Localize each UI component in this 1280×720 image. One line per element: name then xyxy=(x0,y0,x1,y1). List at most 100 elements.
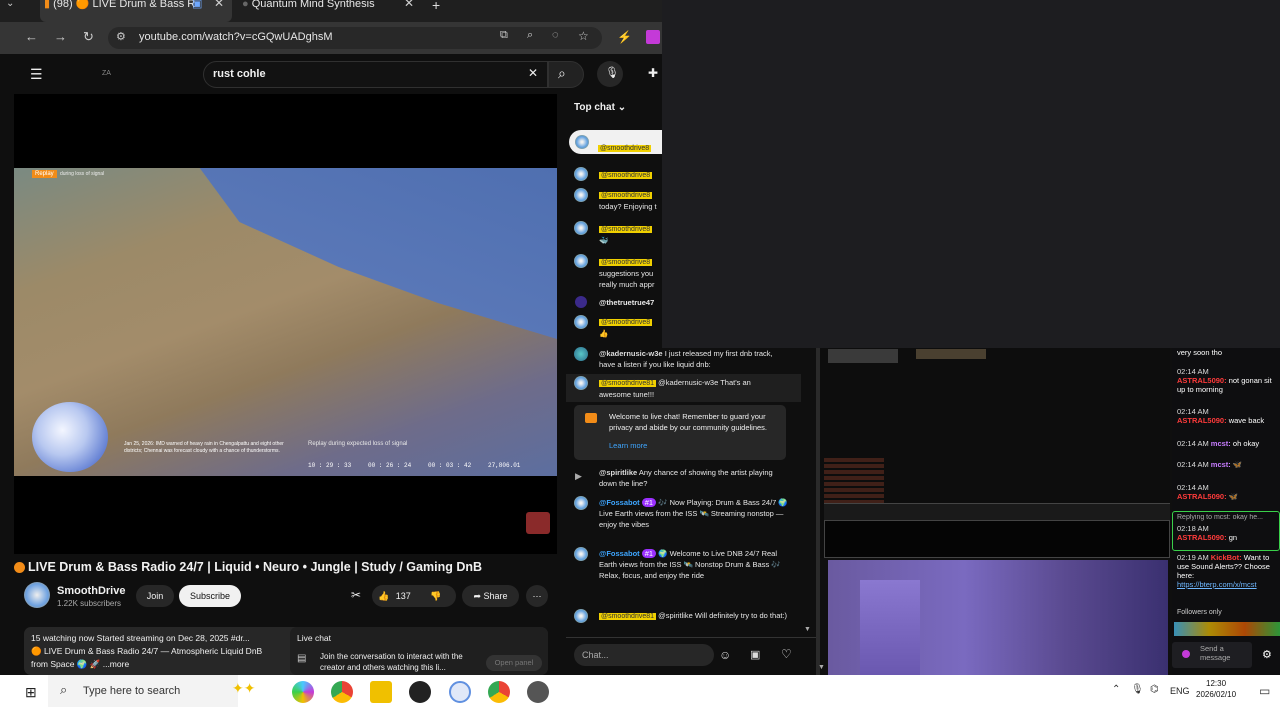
chat-message: @smoothdrive81 @spiritlike Will definite… xyxy=(599,610,789,622)
windows-start-icon[interactable]: ⊞ xyxy=(25,684,37,701)
emoji-icon[interactable]: ☺ xyxy=(719,648,731,662)
kick-timestamp: 02:14 AM xyxy=(1177,367,1209,376)
share-button[interactable]: ➦ Share xyxy=(462,585,519,607)
reload-icon[interactable]: ↻ xyxy=(83,29,94,45)
app-icon[interactable] xyxy=(527,681,549,703)
back-icon[interactable]: ← xyxy=(25,29,38,44)
sparkle-icon[interactable]: ✦✦ xyxy=(232,680,255,697)
copilot-icon[interactable] xyxy=(292,681,314,703)
tab-list-chevron-icon[interactable]: ⌄ xyxy=(6,0,36,10)
site-info-icon[interactable]: ⚙ xyxy=(116,30,126,43)
tab-close-icon[interactable]: ✕ xyxy=(404,0,414,9)
learn-more-link[interactable]: Learn more xyxy=(609,440,647,451)
avatar xyxy=(574,376,588,390)
emote-bar[interactable] xyxy=(1174,622,1280,636)
extension-icon[interactable] xyxy=(646,30,660,44)
tab-favicon-icon: ● xyxy=(242,0,249,10)
url-text[interactable]: youtube.com/watch?v=cGQwUADghsM xyxy=(139,31,333,43)
like-button[interactable]: 👍 137 👎 xyxy=(372,585,456,607)
scroll-down-icon[interactable]: ▼ xyxy=(818,664,825,671)
network-icon[interactable]: ⌬ xyxy=(1150,684,1159,695)
cast-icon[interactable]: ⧉ xyxy=(500,29,508,42)
avatar xyxy=(574,167,588,181)
live-dot-icon xyxy=(14,562,25,573)
tab-close-icon[interactable]: ✕ xyxy=(214,0,224,9)
chat-username: @smoothdrive81 xyxy=(599,613,657,620)
share-icon: ➦ xyxy=(473,591,484,601)
taskbar-search-placeholder[interactable]: Type here to search xyxy=(83,685,180,697)
open-panel-button[interactable]: Open panel xyxy=(486,655,542,671)
chat-username: @smoothdrive81 xyxy=(599,380,657,387)
heart-icon[interactable]: ♡ xyxy=(781,647,792,661)
mic-icon[interactable]: 🎙 xyxy=(1131,684,1144,695)
extension-icon[interactable]: ⚡ xyxy=(617,30,632,44)
obs-icon[interactable] xyxy=(409,681,431,703)
kick-send-placeholder[interactable]: Send a message xyxy=(1200,644,1240,662)
kick-timestamp: 02:18 AM xyxy=(1177,524,1209,533)
clock[interactable]: 12:30 2026/02/10 xyxy=(1196,678,1236,700)
description-more[interactable]: from Space 🌍 🚀 ...more xyxy=(31,659,281,670)
tab-quantum-mind[interactable]: ● Quantum Mind Synthesis ✕ xyxy=(236,0,422,22)
avatar xyxy=(574,315,588,329)
menu-icon[interactable]: ☰ xyxy=(30,66,43,83)
super-chat-icon[interactable]: ▣ xyxy=(750,648,760,661)
thumbs-down-icon[interactable]: 👎 xyxy=(430,585,441,607)
kick-link[interactable]: https://bterp.com/x/mcst xyxy=(1177,580,1257,589)
kick-message: 02:14 AM mcst: oh okay xyxy=(1177,439,1277,448)
scroll-down-icon[interactable]: ▼ xyxy=(804,626,811,633)
settings-icon[interactable]: ⚙ xyxy=(1262,648,1272,661)
file-explorer-icon[interactable] xyxy=(370,681,392,703)
game-actionbar xyxy=(824,503,1170,521)
zoom-icon[interactable]: ⌕ xyxy=(527,29,533,42)
clip-icon[interactable]: ✂ xyxy=(351,588,361,602)
tab-youtube[interactable]: ▮ (98) 🟠 LIVE Drum & Bass R ▣ ✕ xyxy=(40,0,232,22)
more-actions-icon[interactable]: ⋯ xyxy=(526,585,548,607)
subscribe-button[interactable]: Subscribe xyxy=(179,585,241,607)
avatar xyxy=(574,254,588,268)
chat-input[interactable]: Chat... xyxy=(574,644,714,666)
kick-text: 🦋 xyxy=(1232,460,1243,469)
new-tab-button[interactable]: + xyxy=(432,0,440,13)
language-indicator[interactable]: ENG xyxy=(1170,686,1190,696)
chat-message: @smoothdrive8 🐳 xyxy=(599,223,661,246)
eye-off-icon[interactable]: ◌ xyxy=(552,29,559,41)
tab-title: (98) 🟠 LIVE Drum & Bass R xyxy=(53,0,196,10)
chat-username: @smoothdrive8 xyxy=(599,259,653,266)
chrome-icon[interactable] xyxy=(488,681,510,703)
member-badge: #1 xyxy=(641,498,657,507)
channel-name[interactable]: SmoothDrive xyxy=(57,585,125,597)
search-button[interactable] xyxy=(548,61,584,88)
chat-message: @smoothdrive81 @kadernusic-w3e That's an… xyxy=(599,377,777,400)
kick-text: gn xyxy=(1228,533,1238,542)
chrome-icon[interactable] xyxy=(331,681,353,703)
snipping-icon[interactable] xyxy=(449,681,471,703)
clear-search-icon[interactable]: ✕ xyxy=(528,66,538,80)
description-line: 🟠 LIVE Drum & Bass Radio 24/7 — Atmosphe… xyxy=(31,646,263,656)
bookmark-star-icon[interactable]: ☆ xyxy=(578,29,589,43)
join-button[interactable]: Join xyxy=(136,585,174,607)
chat-text: suggestions you really much appr xyxy=(599,269,655,289)
kick-username: KickBot: xyxy=(1210,553,1242,562)
osd-timers: 10 : 29 : 33 00 : 26 : 24 00 : 03 : 42 2… xyxy=(308,462,530,474)
search-value[interactable]: rust cohle xyxy=(213,68,266,80)
notification-icon[interactable]: ▭ xyxy=(1259,684,1270,698)
youtube-logo[interactable]: ZA xyxy=(102,70,111,77)
emoji-icon: 🐳 xyxy=(599,236,609,245)
channel-watermark[interactable] xyxy=(526,512,550,534)
chat-mode-dropdown[interactable]: Top chat ⌄ xyxy=(574,102,626,113)
create-icon[interactable]: ✚ xyxy=(648,66,658,80)
forward-icon[interactable]: → xyxy=(54,29,67,44)
chat-message: @smoothdrive8 👍 xyxy=(599,316,661,339)
member-badge: #1 xyxy=(641,549,657,558)
divider xyxy=(566,637,816,638)
chevron-up-icon[interactable]: ⌃ xyxy=(1112,684,1120,695)
game-chat-frame xyxy=(824,520,1170,558)
chat-username: @smoothdrive8 xyxy=(598,145,652,152)
chat-text: @spiritlike Will definitely try to do th… xyxy=(658,611,788,620)
kick-message: 02:14 AM ASTRAL5090: 🦋 xyxy=(1177,483,1277,501)
welcome-banner: Welcome to live chat! Remember to guard … xyxy=(574,405,786,460)
chat-message: @kadernusic-w3e I just released my first… xyxy=(599,348,777,370)
kick-text: 🦋 xyxy=(1228,492,1239,501)
avatar[interactable] xyxy=(24,582,50,608)
tab-media-icon: ▣ xyxy=(192,0,203,10)
